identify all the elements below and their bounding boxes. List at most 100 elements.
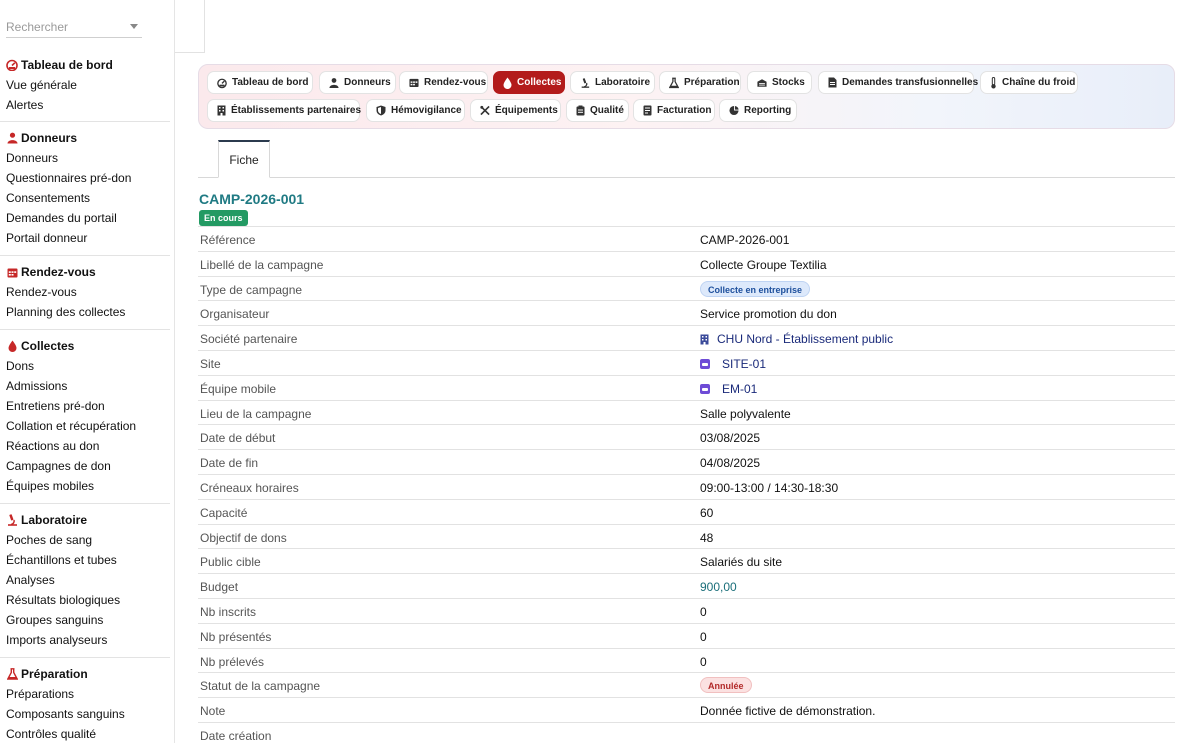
field-label: Date de fin [200,456,259,471]
sidebar-item[interactable]: Vue générale [0,75,174,95]
field-value: Service promotion du don [700,307,837,321]
sidebar-section-title[interactable]: Rendez-vous [0,262,174,282]
sidebar-item[interactable]: Analyses [0,570,174,590]
building-icon [700,334,709,345]
sidebar-item[interactable]: Collation et récupération [0,416,174,436]
module-tab-bar: Tableau de bord Donneurs Rendez-vous Collec… [198,64,1175,129]
sidebar-section-label: Rendez-vous [21,265,96,279]
module-tab-label: Reporting [744,105,792,116]
field-value: Donnée fictive de démonstration. [700,704,875,718]
sidebar-item[interactable]: Équipes mobiles [0,476,174,496]
field-value-text: 60 [700,505,714,520]
module-tab-chaine-du-froid[interactable]: Chaîne du froid [980,71,1078,94]
sidebar-section-title[interactable]: Tableau de bord [0,55,174,75]
sidebar-item[interactable]: Contrôles qualité [0,724,174,743]
sidebar-item[interactable]: Questionnaires pré-don [0,168,174,188]
field-label: Budget [200,580,239,595]
sidebar-section-label: Préparation [21,667,88,681]
sidebar-section-6: Préparation Préparations Composants sangui… [0,664,174,743]
sidebar-item[interactable]: Préparations [0,684,174,704]
module-tab-rendez-vous[interactable]: Rendez-vous [399,71,488,94]
sidebar-item[interactable]: Consentements [0,188,174,208]
sidebar-item[interactable]: Demandes du portail [0,208,174,228]
sidebar-item[interactable]: Portail donneur [0,228,174,248]
sidebar-item[interactable]: Admissions [0,376,174,396]
field-value-money: 900,00 [700,580,737,594]
sidebar-section-title[interactable]: Collectes [0,336,174,356]
module-tab-donneurs[interactable]: Donneurs [319,71,396,94]
module-tab-preparation[interactable]: Préparation [659,71,741,94]
sidebar-section-title[interactable]: Donneurs [0,128,174,148]
sidebar-section-4: Collectes Dons Admissions Entretiens pré-do… [0,336,174,496]
sidebar-item[interactable]: Imports analyseurs [0,630,174,650]
sidebar-item[interactable]: Campagnes de don [0,456,174,476]
module-tab-facturation[interactable]: Facturation [633,99,715,122]
field-value-badge: Collecte en entreprise [700,280,811,297]
field-row: Date de début 03/08/2025 [198,424,1175,449]
field-value-text: Donnée fictive de démonstration. [700,704,876,719]
field-label: Note [200,704,226,719]
sidebar-section-title[interactable]: Laboratoire [0,510,174,530]
field-value-text: 0 [700,629,707,644]
module-tab-qualite[interactable]: Qualité [566,99,629,122]
sidebar-item[interactable]: Réactions au don [0,436,174,456]
search-input[interactable]: Rechercher [6,14,142,38]
module-tab-label: Donneurs [344,77,391,88]
field-label: Public cible [200,555,261,570]
sidebar-item[interactable]: Échantillons et tubes [0,550,174,570]
field-value-text: Salariés du site [700,555,783,570]
module-tab-collectes[interactable]: Collectes [493,71,565,94]
field-label: Type de campagne [200,282,303,297]
module-tab-laboratoire[interactable]: Laboratoire [570,71,655,94]
record-link[interactable]: SITE-01 [700,357,766,371]
chevron-down-icon[interactable] [130,24,138,29]
field-value: Collecte Groupe Textilia [700,258,827,272]
field-row: Date création [198,721,1175,743]
sidebar-item[interactable]: Donneurs [0,148,174,168]
module-tab-reporting[interactable]: Reporting [719,99,797,122]
module-tab-label: Rendez-vous [424,77,487,88]
building-icon [217,105,226,116]
header-corner [175,0,205,53]
field-label: Organisateur [200,307,270,322]
user-icon [329,77,339,88]
module-tab-tableau-de-bord[interactable]: Tableau de bord [207,71,313,94]
module-tab-equipements[interactable]: Équipements [470,99,561,122]
record-link[interactable]: EM-01 [700,382,757,396]
sidebar-item[interactable]: Dons [0,356,174,376]
sidebar-item[interactable]: Entretiens pré-don [0,396,174,416]
sidebar-item[interactable]: Groupes sanguins [0,610,174,630]
module-tab-label: Équipements [495,105,558,116]
dashboard-icon [217,78,227,88]
tab-fiche[interactable]: Fiche [218,140,270,178]
sidebar-section-2: Donneurs Donneurs Questionnaires pré-don Co… [0,128,174,248]
field-value: CAMP-2026-001 [700,233,789,247]
field-row: Objectif de dons 48 [198,523,1175,549]
field-value-text: Collecte Groupe Textilia [700,257,827,272]
field-row: Équipe mobile EM-01 [198,374,1175,400]
module-tab-etablissements-partenaires[interactable]: Établissements partenaires [207,99,361,122]
module-tab-demandes-transfusionnelles[interactable]: Demandes transfusionnelles [818,71,978,94]
sidebar-item[interactable]: Alertes [0,95,174,115]
sidebar-section-1: Tableau de bord Vue générale Alertes [0,55,174,115]
field-value-badge: Annulée [700,677,752,694]
field-value-text: CAMP-2026-001 [700,233,790,247]
sidebar-item[interactable]: Poches de sang [0,530,174,550]
sidebar-item[interactable]: Rendez-vous [0,282,174,302]
sidebar-item[interactable]: Planning des collectes [0,302,174,322]
microscope-icon [580,77,590,88]
clipboard-icon [576,105,585,116]
field-value-text: 0 [700,654,707,669]
sidebar-section-label: Tableau de bord [21,58,113,72]
sidebar-item[interactable]: Résultats biologiques [0,590,174,610]
sidebar-item[interactable]: Composants sanguins [0,704,174,724]
calendar-icon [409,78,419,88]
sidebar-section-3: Rendez-vous Rendez-vous Planning des colle… [0,262,174,322]
module-tab-hemovigilance[interactable]: Hémovigilance [366,99,465,122]
module-tab-stocks[interactable]: Stocks [747,71,812,94]
field-value-text: Service promotion du don [700,307,837,322]
sidebar-section-title[interactable]: Préparation [0,664,174,684]
sidebar-divider [0,503,170,504]
partner-link[interactable]: CHU Nord - Établissement public [700,332,893,346]
field-value: 09:00-13:00 / 14:30-18:30 [700,481,838,495]
